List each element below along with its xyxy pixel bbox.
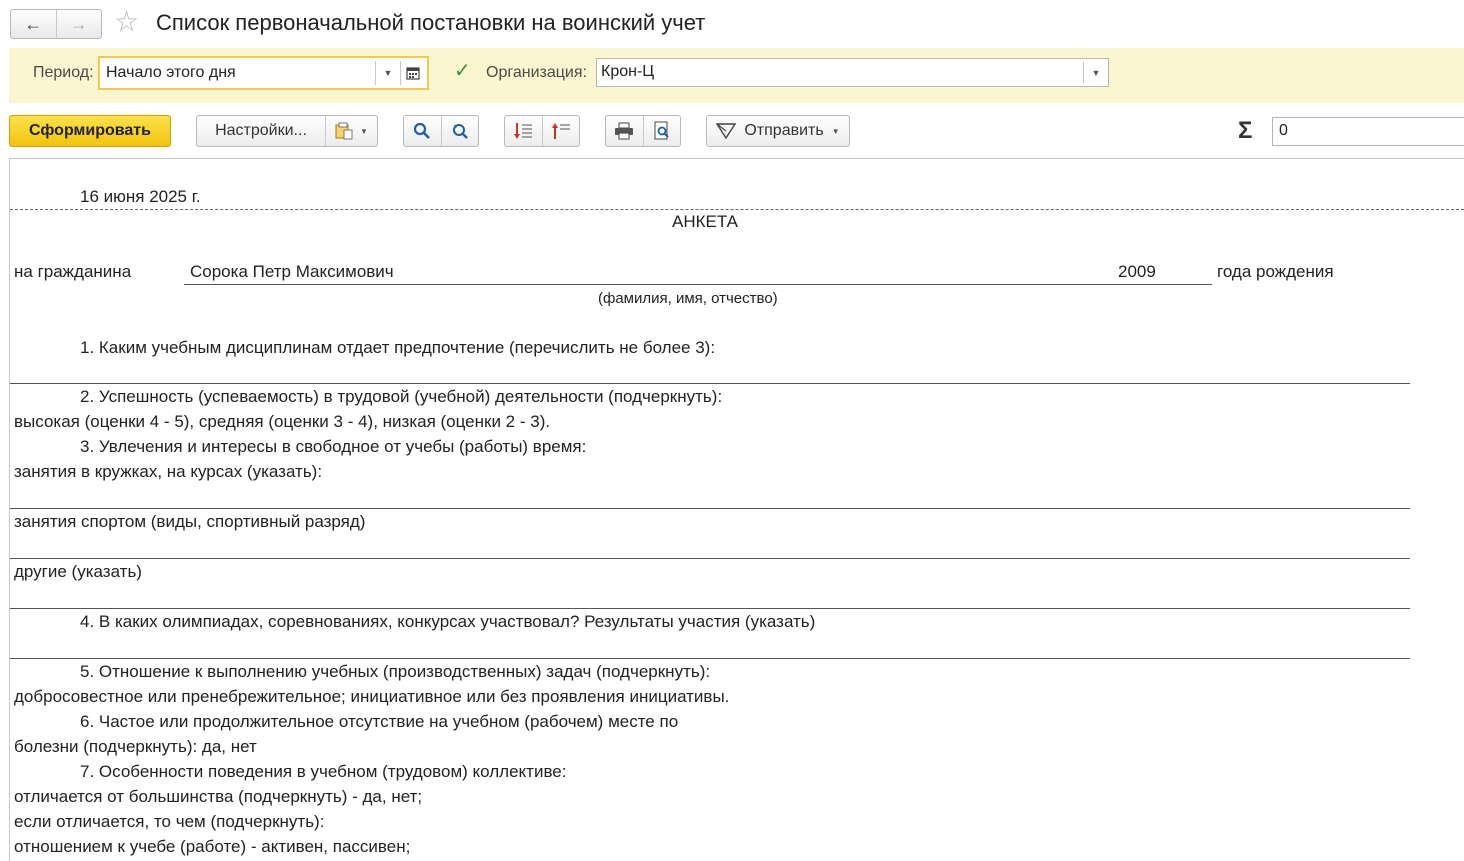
answer-line [10, 383, 1410, 384]
question-3-a: занятия в кружках, на курсах (указать): [14, 462, 323, 481]
report-variant-icon [335, 122, 353, 140]
underline [184, 284, 1212, 285]
sum-icon: Σ [1238, 117, 1253, 144]
search-button[interactable] [404, 116, 441, 146]
search-icon [414, 122, 431, 139]
answer-line [10, 508, 1410, 509]
printer-icon [615, 122, 634, 140]
settings-button[interactable]: Настройки... [197, 116, 325, 146]
chevron-down-icon: ▼ [360, 126, 368, 136]
chevron-down-icon: ▼ [831, 126, 840, 136]
question-6: 6. Частое или продолжительное отсутствие… [80, 712, 679, 731]
organization-label: Организация: [486, 64, 587, 81]
arrow-right-icon: → [69, 13, 88, 34]
organization-field[interactable]: Крон-Ц ▼ [596, 58, 1109, 87]
search-refresh-icon [452, 124, 468, 139]
search-next-button[interactable] [440, 116, 479, 146]
sum-value: 0 [1279, 122, 1288, 139]
print-button[interactable] [606, 116, 643, 146]
collapse-icon [551, 123, 570, 139]
send-icon [716, 123, 737, 140]
navigation-buttons: ← → [10, 9, 102, 39]
citizen-name: Сорока Петр Максимович [190, 262, 394, 281]
period-label: Период: [33, 64, 94, 81]
settings-group: Настройки... ▼ [196, 115, 378, 147]
print-group [605, 115, 681, 147]
question-3-c: другие (указать) [14, 562, 142, 581]
send-button[interactable]: Отправить ▼ [706, 115, 850, 147]
expand-groups-button[interactable] [505, 116, 542, 146]
question-5-options: добросовестное или пренебрежительное; ин… [14, 687, 730, 706]
organization-checkbox[interactable]: ✓ [454, 61, 472, 81]
answer-line [10, 658, 1410, 659]
search-group [403, 115, 479, 147]
question-7-a: отличается от большинства (подчеркнуть) … [14, 787, 423, 806]
page-separator [10, 209, 1464, 210]
calendar-icon[interactable] [401, 58, 425, 88]
question-7: 7. Особенности поведения в учебном (труд… [80, 762, 567, 781]
question-2: 2. Успешность (успеваемость) в трудовой … [80, 387, 723, 406]
birth-suffix: года рождения [1217, 262, 1334, 281]
back-button[interactable]: ← [11, 10, 56, 38]
period-value: Начало этого дня [106, 64, 236, 81]
favorite-star-icon[interactable]: ☆ [114, 7, 139, 37]
organization-value: Крон-Ц [601, 63, 655, 80]
answer-line [10, 558, 1410, 559]
groups-group [504, 115, 580, 147]
chevron-down-icon[interactable]: ▼ [1084, 59, 1108, 86]
report-date: 16 июня 2025 г. [80, 187, 201, 206]
collapse-groups-button[interactable] [541, 116, 580, 146]
citizen-prefix: на гражданина [14, 262, 132, 281]
name-caption: (фамилия, имя, отчество) [598, 290, 778, 307]
birth-year: 2009 [1118, 262, 1156, 281]
arrow-left-icon: ← [24, 13, 43, 34]
send-label: Отправить [744, 122, 824, 139]
sum-field[interactable]: 0 [1272, 117, 1464, 146]
question-2-options: высокая (оценки 4 - 5), средняя (оценки … [14, 412, 551, 431]
chevron-down-icon[interactable]: ▼ [376, 58, 400, 88]
question-7-b: если отличается, то чем (подчеркнуть): [14, 812, 325, 831]
question-6-continued: болезни (подчеркнуть): да, нет [14, 737, 257, 756]
print-preview-icon [654, 121, 669, 140]
period-field[interactable]: Начало этого дня ▼ [98, 56, 429, 90]
print-preview-button[interactable] [642, 116, 681, 146]
question-3-b: занятия спортом (виды, спортивный разряд… [14, 512, 366, 531]
forward-button[interactable]: → [55, 10, 102, 38]
window-title: Список первоначальной постановки на воин… [156, 10, 706, 35]
expand-icon [514, 123, 533, 139]
variant-dropdown-button[interactable]: ▼ [325, 116, 377, 146]
answer-line [10, 608, 1410, 609]
report-heading: АНКЕТА [672, 212, 739, 231]
question-3: 3. Увлечения и интересы в свободное от у… [80, 437, 587, 456]
generate-button[interactable]: Сформировать [9, 115, 171, 147]
question-5: 5. Отношение к выполнению учебных (произ… [80, 662, 711, 681]
question-4: 4. В каких олимпиадах, соревнованиях, ко… [80, 612, 816, 631]
question-1: 1. Каким учебным дисциплинам отдает пред… [80, 338, 716, 357]
question-7-c: отношением к учебе (работе) - активен, п… [14, 837, 411, 856]
